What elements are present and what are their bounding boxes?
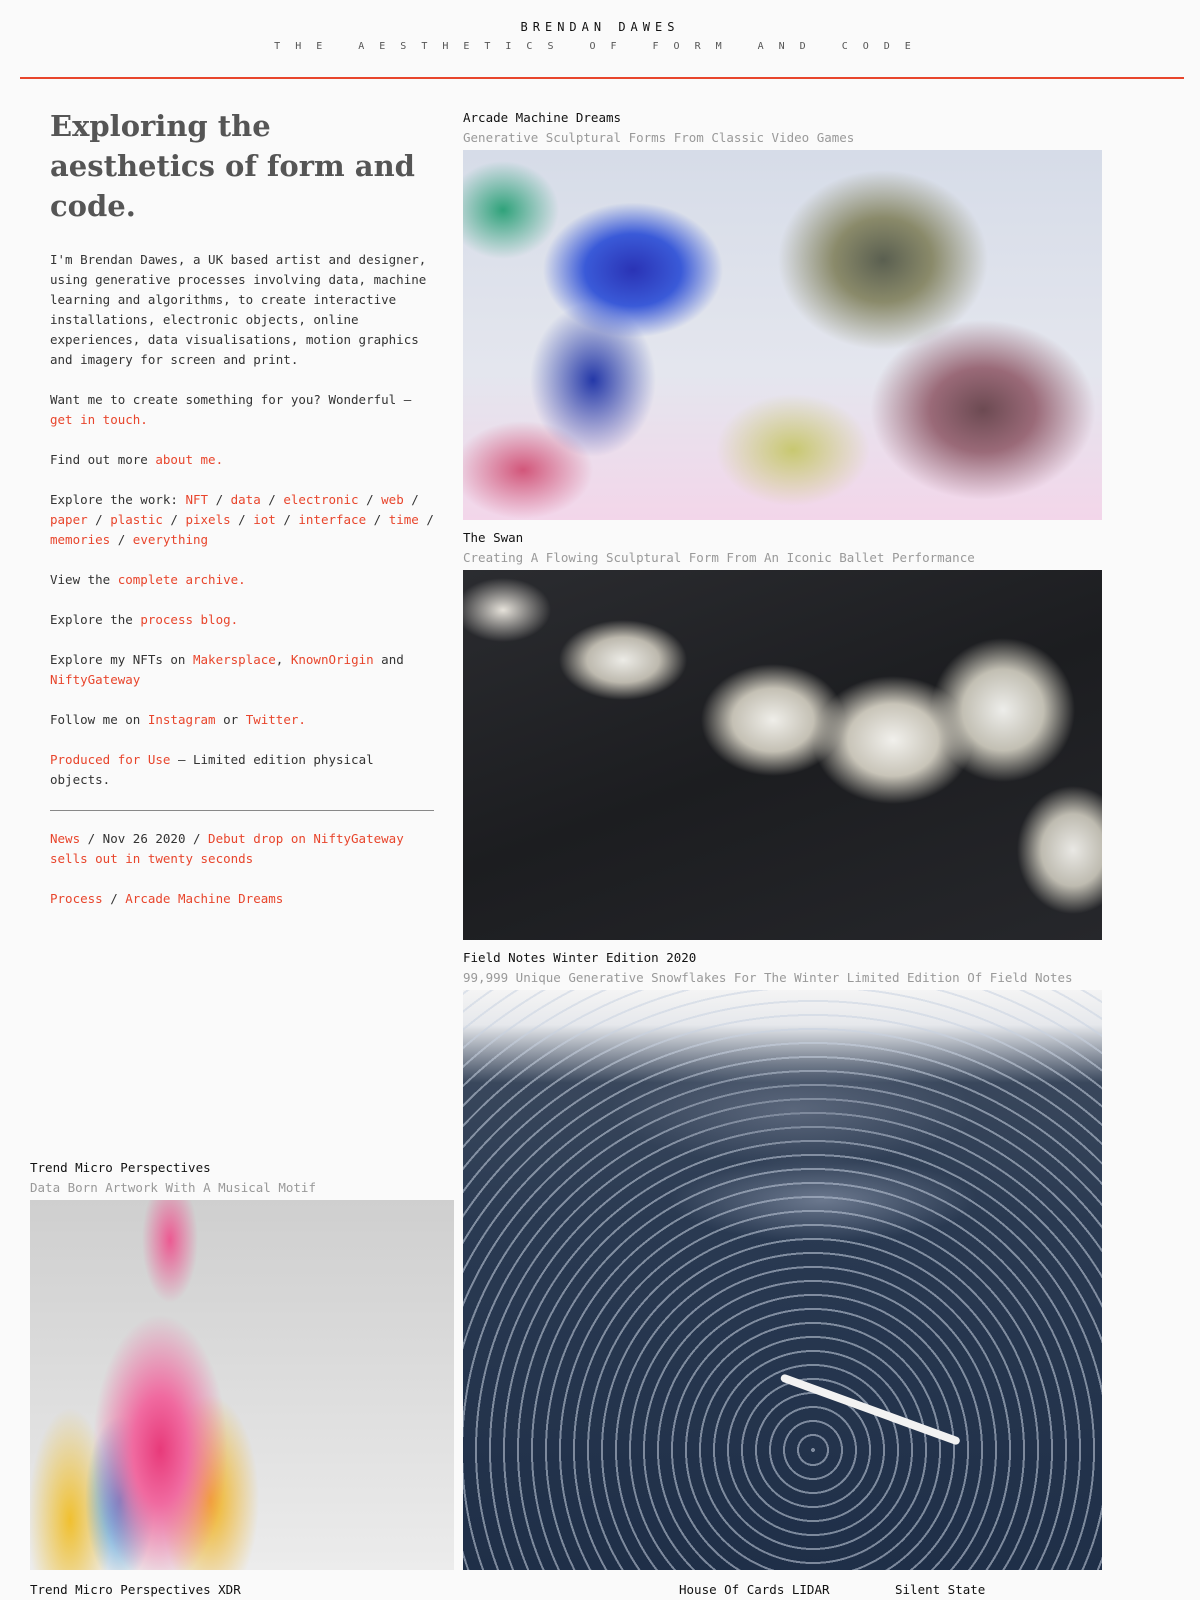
header-divider <box>20 77 1184 79</box>
news-date: / Nov 26 2020 / <box>80 831 209 846</box>
project-thumbnail[interactable] <box>463 990 1102 1570</box>
work-link-nft[interactable]: NFT <box>185 492 208 507</box>
about-text: Find out more <box>50 452 156 467</box>
thumbnail-detail <box>779 1373 961 1446</box>
work-link-iot[interactable]: iot <box>253 512 276 527</box>
process-blog-link[interactable]: process blog. <box>140 612 238 627</box>
intro-column: Exploring the aesthetics of form and cod… <box>50 106 434 929</box>
work-link-separator: / <box>275 512 299 527</box>
work-link-interface[interactable]: interface <box>298 512 366 527</box>
work-link-separator: / <box>366 512 389 527</box>
makersplace-link[interactable]: Makersplace <box>193 652 276 667</box>
project-subtitle: Data Born Artwork With A Musical Motif <box>30 1180 316 1195</box>
project-thumbnail[interactable] <box>463 570 1102 940</box>
work-link-separator: / <box>110 532 133 547</box>
work-link-separator: / <box>162 512 186 527</box>
project-title[interactable]: Trend Micro Perspectives <box>30 1158 454 1178</box>
project-subtitle: 99,999 Unique Generative Snowflakes For … <box>463 970 1073 985</box>
project-title-silent-state[interactable]: Silent State <box>895 1580 985 1600</box>
work-link-data[interactable]: data <box>231 492 261 507</box>
intro-divider <box>50 810 434 811</box>
work-link-paper[interactable]: pa­per <box>50 512 88 527</box>
twitter-link[interactable]: Twitter. <box>246 712 306 727</box>
work-link-separator: / <box>208 492 231 507</box>
follow-paragraph: Follow me on Instagram or Twitter. <box>50 710 434 730</box>
project-title-trend-micro-xdr[interactable]: Trend Micro Perspectives XDR <box>30 1580 241 1600</box>
follow-text: Follow me on <box>50 712 148 727</box>
explore-work-paragraph: Explore the work: NFT / data / electroni… <box>50 490 434 550</box>
produced-for-use-link[interactable]: Produced for Use <box>50 752 170 767</box>
contact-paragraph: Want me to create something for you? Won… <box>50 390 434 430</box>
work-link-separator: / <box>230 512 254 527</box>
project-title[interactable]: The Swan <box>463 528 1102 548</box>
site-title[interactable]: BRENDAN DAWES <box>0 20 1200 34</box>
project-card-arcade[interactable]: Arcade Machine Dreams Generative Sculptu… <box>463 108 1102 520</box>
work-link-separator: / <box>260 492 284 507</box>
about-paragraph: Find out more about me. <box>50 450 434 470</box>
intro-heading: Exploring the aesthetics of form and cod… <box>50 109 415 223</box>
process-title-link[interactable]: Arcade Machine Dreams <box>125 891 283 906</box>
archive-paragraph: View the complete archive. <box>50 570 434 590</box>
nft-and: and <box>373 652 404 667</box>
archive-text: View the <box>50 572 118 587</box>
work-link-separator: / <box>358 492 382 507</box>
project-card-field-notes[interactable]: Field Notes Winter Edition 2020 99,999 U… <box>463 948 1102 1570</box>
work-link-web[interactable]: web <box>381 492 404 507</box>
news-item: News / Nov 26 2020 / Debut drop on Nifty… <box>50 829 434 869</box>
project-subtitle: Generative Sculptural Forms From Classic… <box>463 130 855 145</box>
follow-or: or <box>215 712 246 727</box>
bio-paragraph: I'm Brendan Dawes, a UK based artist and… <box>50 252 427 367</box>
project-card-swan[interactable]: The Swan Creating A Flowing Sculptural F… <box>463 528 1102 940</box>
project-thumbnail[interactable] <box>463 150 1102 520</box>
contact-link[interactable]: get in touch. <box>50 412 148 427</box>
knownorigin-link[interactable]: KnownOrigin <box>291 652 374 667</box>
site-tagline: THE AESTHETICS OF FORM AND CODE <box>274 41 926 52</box>
about-link[interactable]: about me. <box>155 452 223 467</box>
work-link-memories[interactable]: memories <box>50 532 110 547</box>
nft-text: Explore my NFTs on <box>50 652 193 667</box>
project-title-house-of-cards[interactable]: House Of Cards LIDAR <box>679 1580 830 1600</box>
contact-text: Want me to create something for you? Won… <box>50 392 412 407</box>
work-link-time[interactable]: time <box>389 512 419 527</box>
archive-link[interactable]: complete archive. <box>118 572 246 587</box>
project-title[interactable]: Field Notes Winter Edition 2020 <box>463 948 1102 968</box>
instagram-link[interactable]: Instagram <box>148 712 216 727</box>
work-link-separator: / <box>87 512 111 527</box>
project-card-trend-micro[interactable]: Trend Micro Perspectives Data Born Artwo… <box>30 1158 454 1570</box>
blog-paragraph: Explore the process blog. <box>50 610 434 630</box>
process-item: Process / Arcade Machine Dreams <box>50 889 434 909</box>
work-link-pixels[interactable]: pixels <box>185 512 230 527</box>
work-link-everything[interactable]: everything <box>133 532 208 547</box>
work-link-separator: / <box>418 512 434 527</box>
work-link-separator: / <box>403 492 419 507</box>
process-sep: / <box>102 891 126 906</box>
project-title[interactable]: Arcade Machine Dreams <box>463 108 1102 128</box>
work-link-plastic[interactable]: plastic <box>110 512 163 527</box>
site-header: BRENDAN DAWES THE AESTHETICS OF FORM AND… <box>0 0 1200 80</box>
project-thumbnail[interactable] <box>30 1200 454 1570</box>
process-label-link[interactable]: Process <box>50 891 103 906</box>
nft-comma: , <box>275 652 291 667</box>
blog-text: Explore the <box>50 612 141 627</box>
news-label-link[interactable]: News <box>50 831 80 846</box>
nft-paragraph: Explore my NFTs on Makersplace, KnownOri… <box>50 650 434 690</box>
work-link-electronic[interactable]: electronic <box>283 492 358 507</box>
niftygateway-link[interactable]: NiftyGateway <box>50 672 140 687</box>
produced-paragraph: Produced for Use — Limited edition physi… <box>50 750 434 790</box>
project-subtitle: Creating A Flowing Sculptural Form From … <box>463 550 975 565</box>
explore-text: Explore the work: <box>50 492 186 507</box>
